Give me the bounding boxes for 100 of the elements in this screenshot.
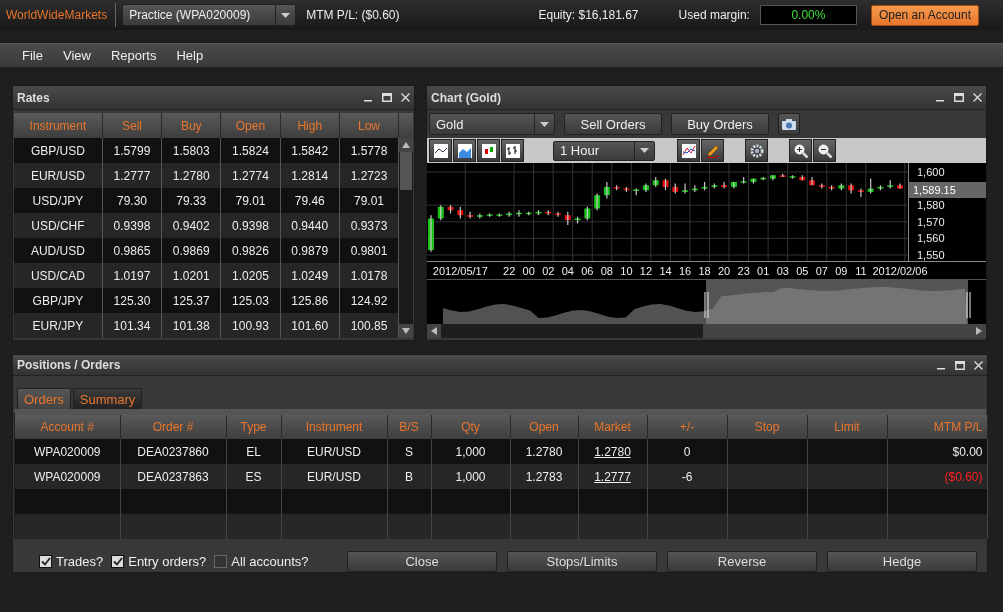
header-corner bbox=[399, 113, 413, 138]
column-header[interactable]: Buy bbox=[161, 113, 221, 138]
caret-icon bbox=[540, 121, 549, 127]
tab[interactable]: Orders bbox=[17, 388, 71, 409]
scrollbar[interactable] bbox=[427, 324, 986, 338]
left-arrow-icon[interactable] bbox=[431, 327, 437, 335]
close-icon[interactable] bbox=[974, 360, 983, 370]
column-header[interactable]: High bbox=[280, 113, 340, 138]
up-arrow-icon[interactable] bbox=[402, 142, 411, 148]
order-button[interactable]: Buy Orders bbox=[671, 113, 769, 135]
candle bbox=[623, 186, 630, 193]
tab[interactable]: Summary bbox=[72, 388, 143, 409]
gear-icon bbox=[748, 142, 765, 159]
table-cell: 1.2780 bbox=[510, 439, 578, 464]
pencil-button[interactable] bbox=[701, 139, 724, 162]
camera-button[interactable] bbox=[778, 113, 800, 135]
instrument-dropdown[interactable]: Gold bbox=[429, 113, 555, 135]
column-header[interactable]: Open bbox=[510, 415, 578, 439]
column-header[interactable]: MTM P/L bbox=[887, 415, 987, 439]
table-cell: 0.9398 bbox=[102, 213, 162, 238]
column-header[interactable]: Stop bbox=[727, 415, 807, 439]
scrollbar-thumb[interactable] bbox=[400, 152, 412, 190]
zoom-out-button[interactable] bbox=[813, 139, 836, 162]
column-header[interactable]: +/- bbox=[647, 415, 727, 439]
x-axis-label: 07 bbox=[815, 265, 828, 277]
close-icon[interactable] bbox=[973, 93, 982, 102]
table-cell: 1.0178 bbox=[339, 263, 399, 288]
menu-item[interactable]: View bbox=[52, 48, 101, 63]
indicator-button[interactable] bbox=[677, 139, 700, 162]
column-header[interactable]: Order # bbox=[120, 415, 226, 439]
zoom-in-button[interactable] bbox=[789, 139, 812, 162]
table-cell: EUR/USD bbox=[281, 464, 387, 489]
y-axis-label: 1,570 bbox=[917, 215, 945, 228]
candle bbox=[564, 211, 571, 226]
open-account-button[interactable]: Open an Account bbox=[870, 4, 979, 26]
x-axis-label: 10 bbox=[620, 265, 633, 277]
table-cell: $0.00 bbox=[887, 439, 987, 464]
checkbox[interactable] bbox=[214, 555, 228, 568]
table-cell: 1.5824 bbox=[220, 138, 281, 163]
action-button[interactable]: Close bbox=[347, 551, 497, 572]
gear-button[interactable] bbox=[745, 139, 768, 162]
x-axis-label: 2012/05/17 bbox=[432, 265, 488, 277]
line-chart-button[interactable] bbox=[429, 139, 452, 162]
column-header[interactable]: Low bbox=[339, 113, 399, 138]
table-cell: 79.30 bbox=[102, 188, 162, 213]
table-cell: EUR/USD bbox=[14, 163, 103, 188]
interval-dropdown[interactable]: 1 Hour bbox=[553, 140, 655, 161]
checkbox-label: Trades? bbox=[56, 554, 104, 569]
x-axis-label: 2012/02/06 bbox=[872, 265, 928, 277]
candle bbox=[848, 183, 855, 195]
menu-item[interactable]: File bbox=[22, 48, 53, 63]
candle bbox=[535, 209, 542, 216]
column-header[interactable]: Instrument bbox=[14, 113, 103, 138]
column-header[interactable]: Qty bbox=[431, 415, 510, 439]
x-axis-label: 22 bbox=[503, 265, 516, 277]
column-header[interactable]: Limit bbox=[807, 415, 887, 439]
action-button[interactable]: Hedge bbox=[827, 551, 977, 572]
candle bbox=[740, 176, 747, 185]
menu-item[interactable]: Reports bbox=[100, 48, 167, 63]
close-icon[interactable] bbox=[401, 93, 410, 102]
action-button[interactable]: Stops/Limits bbox=[507, 551, 657, 572]
table-cell: S bbox=[387, 439, 431, 464]
column-header[interactable]: Market bbox=[578, 415, 647, 439]
action-button[interactable]: Reverse bbox=[667, 551, 817, 572]
account-dropdown[interactable]: Practice (WPA020009) bbox=[122, 4, 297, 26]
down-arrow-icon[interactable] bbox=[402, 328, 411, 334]
checkbox[interactable] bbox=[39, 555, 52, 568]
column-header[interactable]: B/S bbox=[387, 415, 431, 439]
checkbox-label: Entry orders? bbox=[128, 554, 207, 569]
column-header[interactable]: Account # bbox=[15, 415, 120, 439]
candle bbox=[691, 184, 698, 193]
candle bbox=[447, 204, 454, 215]
table-cell: 0 bbox=[647, 439, 727, 464]
x-axis-label: 11 bbox=[855, 265, 867, 277]
candle bbox=[682, 183, 689, 195]
checkbox[interactable] bbox=[111, 555, 125, 568]
maximize-icon[interactable] bbox=[954, 93, 964, 102]
panel-title: Positions / Orders bbox=[17, 358, 121, 372]
right-arrow-icon[interactable] bbox=[976, 327, 982, 335]
candle bbox=[828, 184, 835, 191]
bar-chart-button[interactable] bbox=[501, 139, 524, 162]
mtm-pl-text: MTM P/L: ($0.60) bbox=[306, 8, 400, 22]
scrollbar[interactable] bbox=[399, 113, 413, 338]
column-header[interactable]: Sell bbox=[102, 113, 162, 138]
area-chart-button[interactable] bbox=[453, 139, 476, 162]
line-chart-icon bbox=[432, 142, 449, 159]
maximize-icon[interactable] bbox=[955, 360, 965, 370]
table-cell: B bbox=[387, 464, 431, 489]
candlestick-button[interactable] bbox=[477, 139, 500, 162]
column-header[interactable]: Type bbox=[226, 415, 281, 439]
candle bbox=[467, 211, 474, 220]
candle bbox=[838, 183, 845, 191]
menu-item[interactable]: Help bbox=[166, 48, 214, 63]
column-header[interactable]: Open bbox=[220, 113, 281, 138]
column-header[interactable]: Instrument bbox=[281, 415, 387, 439]
table-cell: 1,000 bbox=[431, 464, 510, 489]
table-cell: AUD/USD bbox=[14, 238, 103, 263]
order-button[interactable]: Sell Orders bbox=[564, 113, 662, 135]
maximize-icon[interactable] bbox=[382, 93, 392, 102]
table-cell: 0.9879 bbox=[280, 238, 340, 263]
